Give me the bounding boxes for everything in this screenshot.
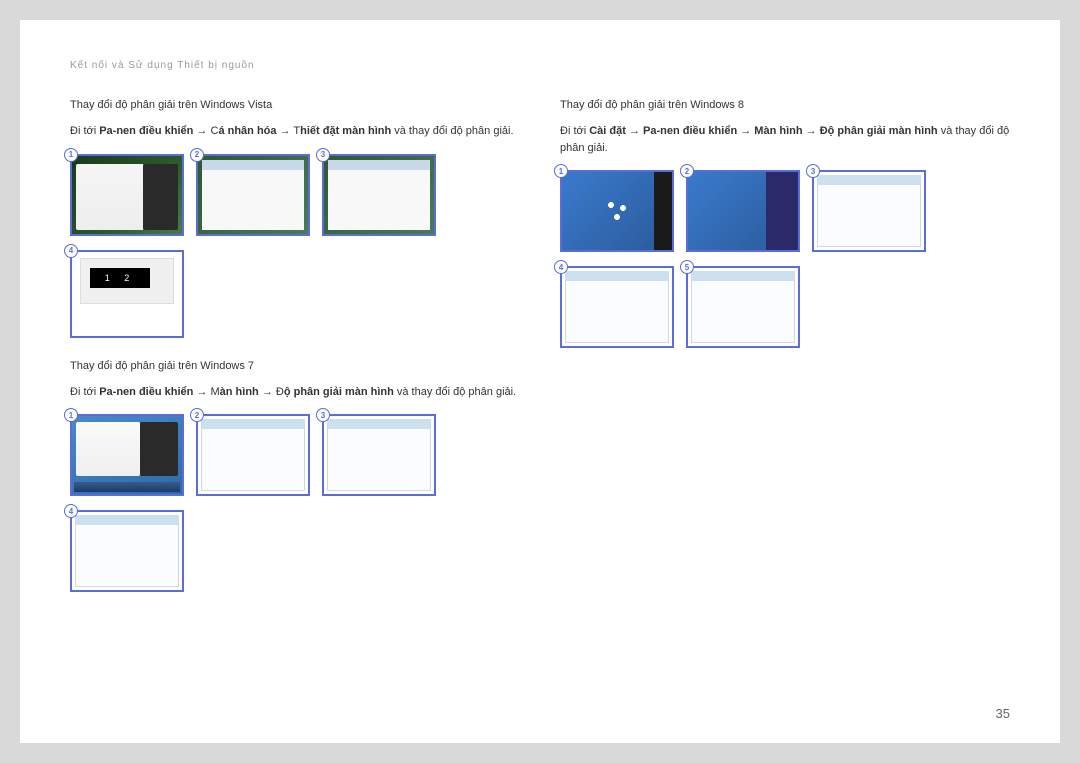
path-step: ộ phân giải màn hình: [284, 386, 394, 398]
vista-title: Thay đổi độ phân giải trên Windows Vista: [70, 99, 520, 111]
step-badge: 3: [806, 164, 820, 178]
step-badge: 5: [680, 260, 694, 274]
vista-thumb-row-1: 1 2 3: [70, 154, 520, 236]
screenshot-thumbnail: [70, 510, 184, 592]
path-step: àn hình: [220, 386, 259, 398]
thumb-item: 1: [70, 154, 184, 236]
text: và thay đổi độ phân giải.: [391, 125, 513, 137]
thumb-item: 4: [560, 266, 674, 348]
right-column: Thay đổi độ phân giải trên Windows 8 Đi …: [560, 99, 1010, 614]
thumb-item: 4: [70, 250, 184, 338]
thumb-item: 5: [686, 266, 800, 348]
thumb-item: 2: [196, 154, 310, 236]
screenshot-thumbnail: [70, 250, 184, 338]
vista-body: Đi tới Pa-nen điều khiển → Cá nhân hóa →…: [70, 123, 520, 140]
step-badge: 4: [554, 260, 568, 274]
text: Đi tới: [560, 125, 589, 137]
win8-section: Thay đổi độ phân giải trên Windows 8 Đi …: [560, 99, 1010, 348]
win8-body: Đi tới Cài đặt → Pa-nen điều khiển → Màn…: [560, 123, 1010, 156]
thumb-item: 3: [812, 170, 926, 252]
two-column-layout: Thay đổi độ phân giải trên Windows Vista…: [70, 99, 1010, 614]
step-badge: 2: [680, 164, 694, 178]
path-step: Pa-nen điều khiển: [99, 125, 193, 137]
path-step: Màn hình: [754, 125, 802, 137]
screenshot-thumbnail: [322, 414, 436, 496]
step-badge: 2: [190, 408, 204, 422]
text: và thay đổi độ phân giải.: [394, 386, 516, 398]
step-badge: 1: [64, 408, 78, 422]
path-step: hiết đặt màn hình: [300, 125, 391, 137]
screenshot-thumbnail: [70, 414, 184, 496]
win8-thumb-row-2: 4 5: [560, 266, 1010, 348]
screenshot-thumbnail: [560, 170, 674, 252]
win7-thumb-row-2: 4: [70, 510, 520, 592]
text: Đi tới: [70, 386, 99, 398]
left-column: Thay đổi độ phân giải trên Windows Vista…: [70, 99, 520, 614]
screenshot-thumbnail: [686, 266, 800, 348]
arrow-icon: →: [193, 386, 210, 398]
thumb-item: 3: [322, 414, 436, 496]
thumb-item: 4: [70, 510, 184, 592]
step-badge: 4: [64, 504, 78, 518]
text: → Đ: [259, 386, 284, 398]
vista-section: Thay đổi độ phân giải trên Windows Vista…: [70, 99, 520, 338]
path-step: Độ phân giải màn hình: [820, 125, 938, 137]
screenshot-thumbnail: [812, 170, 926, 252]
step-badge: 2: [190, 148, 204, 162]
path-step: Pa-nen điều khiển: [99, 386, 193, 398]
text: M: [210, 386, 219, 398]
thumb-item: 3: [322, 154, 436, 236]
path-step: Cài đặt: [589, 125, 626, 137]
screenshot-thumbnail: [196, 154, 310, 236]
path-step: Pa-nen điều khiển: [643, 125, 737, 137]
win7-title: Thay đổi độ phân giải trên Windows 7: [70, 360, 520, 372]
document-page: Kết nối và Sử dụng Thiết bị nguồn Thay đ…: [20, 20, 1060, 743]
thumb-item: 2: [196, 414, 310, 496]
vista-thumb-row-2: 4: [70, 250, 520, 338]
win7-thumb-row-1: 1 2 3: [70, 414, 520, 496]
thumb-item: 1: [70, 414, 184, 496]
arrow-icon: →: [737, 125, 754, 137]
thumb-item: 2: [686, 170, 800, 252]
screenshot-thumbnail: [322, 154, 436, 236]
step-badge: 4: [64, 244, 78, 258]
arrow-icon: →: [193, 125, 210, 137]
step-badge: 1: [554, 164, 568, 178]
step-badge: 1: [64, 148, 78, 162]
win7-section: Thay đổi độ phân giải trên Windows 7 Đi …: [70, 360, 520, 593]
section-header: Kết nối và Sử dụng Thiết bị nguồn: [70, 60, 1010, 71]
screenshot-thumbnail: [560, 266, 674, 348]
screenshot-thumbnail: [70, 154, 184, 236]
arrow-icon: →: [626, 125, 643, 137]
step-badge: 3: [316, 148, 330, 162]
page-number: 35: [996, 706, 1010, 721]
taskbar-decoration: [74, 482, 180, 492]
arrow-icon: →: [803, 125, 820, 137]
screenshot-thumbnail: [686, 170, 800, 252]
screenshot-thumbnail: [196, 414, 310, 496]
win8-title: Thay đổi độ phân giải trên Windows 8: [560, 99, 1010, 111]
text: → T: [277, 125, 301, 137]
thumb-item: 1: [560, 170, 674, 252]
text: Đi tới: [70, 125, 99, 137]
win8-thumb-row-1: 1 2 3: [560, 170, 1010, 252]
path-step: á nhân hóa: [218, 125, 276, 137]
step-badge: 3: [316, 408, 330, 422]
win7-body: Đi tới Pa-nen điều khiển → Màn hình → Độ…: [70, 384, 520, 401]
